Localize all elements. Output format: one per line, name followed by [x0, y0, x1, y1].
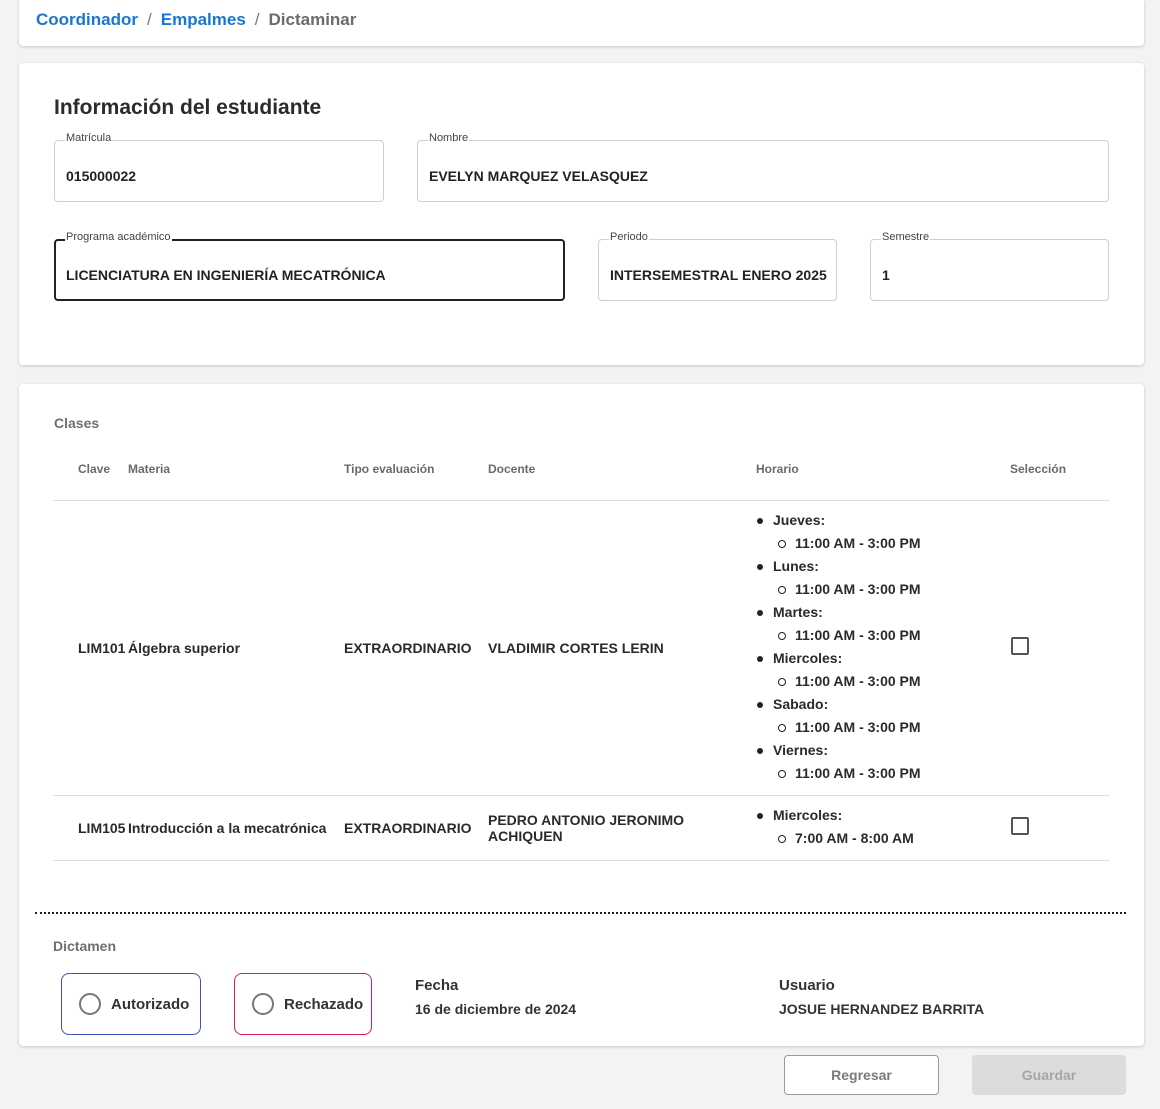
usuario-label: Usuario: [779, 977, 835, 994]
schedule-day-label: Jueves:: [773, 512, 826, 528]
breadcrumb-separator: /: [147, 10, 152, 29]
table-row: LIM105 Introducción a la mecatrónica EXT…: [53, 795, 1109, 861]
semestre-value: 1: [882, 267, 890, 283]
cell-seleccion: [1006, 500, 1109, 796]
column-horario: Horario: [749, 450, 1006, 501]
cell-clave: LIM101: [53, 500, 128, 796]
radio-circle-icon: [252, 993, 274, 1015]
schedule-day-label: Lunes:: [773, 558, 819, 574]
breadcrumb: Coordinador / Empalmes / Dictaminar: [36, 10, 356, 30]
matricula-label: Matrícula: [65, 132, 113, 144]
column-clave: Clave: [53, 450, 128, 501]
schedule-day: Martes: 11:00 AM - 3:00 PM: [751, 601, 1006, 647]
schedule-list: Jueves: 11:00 AM - 3:00 PM Lunes: 11:00 …: [751, 502, 1006, 793]
periodo-label: Periodo: [609, 231, 649, 243]
cell-tipo: EXTRAORDINARIO: [344, 795, 488, 861]
schedule-list: Miercoles: 7:00 AM - 8:00 AM: [751, 802, 1006, 854]
schedule-day: Viernes: 11:00 AM - 3:00 PM: [751, 739, 1006, 785]
back-button[interactable]: Regresar: [784, 1055, 939, 1095]
radio-rechazado-label: Rechazado: [284, 995, 364, 1013]
select-checkbox[interactable]: [1011, 637, 1029, 655]
schedule-day: Jueves: 11:00 AM - 3:00 PM: [751, 509, 1006, 555]
breadcrumb-bar: Coordinador / Empalmes / Dictaminar: [19, 0, 1144, 46]
table-header-row: Clave Materia Tipo evaluación Docente Ho…: [53, 450, 1109, 501]
schedule-day-label: Martes:: [773, 604, 823, 620]
schedule-time: 7:00 AM - 8:00 AM: [773, 827, 1006, 850]
schedule-day-label: Sabado:: [773, 696, 829, 712]
column-materia: Materia: [128, 450, 344, 501]
programa-value: LICENCIATURA EN INGENIERÍA MECATRÓNICA: [66, 267, 386, 283]
breadcrumb-empalmes[interactable]: Empalmes: [161, 10, 246, 30]
schedule-day: Lunes: 11:00 AM - 3:00 PM: [751, 555, 1006, 601]
fecha-label: Fecha: [415, 977, 459, 994]
nombre-field[interactable]: Nombre EVELYN MARQUEZ VELASQUEZ: [417, 132, 1109, 202]
radio-autorizado[interactable]: Autorizado: [61, 973, 201, 1035]
schedule-day-label: Miercoles:: [773, 806, 843, 823]
radio-autorizado-label: Autorizado: [111, 995, 190, 1013]
matricula-value: 015000022: [66, 168, 137, 184]
schedule-day-label: Miercoles:: [773, 650, 843, 666]
breadcrumb-coordinador[interactable]: Coordinador: [36, 10, 138, 30]
radio-circle-icon: [79, 993, 101, 1015]
cell-docente: VLADIMIR CORTES LERIN: [488, 500, 749, 796]
semestre-field[interactable]: Semestre 1: [870, 231, 1109, 301]
cell-seleccion: [1006, 795, 1109, 861]
breadcrumb-current: Dictaminar: [268, 10, 357, 29]
breadcrumb-separator: /: [254, 10, 260, 29]
cell-horario: Miercoles: 7:00 AM - 8:00 AM: [749, 795, 1006, 861]
dictamen-title: Dictamen: [53, 938, 117, 954]
classes-table: Clave Materia Tipo evaluación Docente Ho…: [53, 450, 1109, 861]
cell-clave: LIM105: [53, 795, 128, 861]
cell-materia: Álgebra superior: [128, 500, 344, 796]
radio-rechazado[interactable]: Rechazado: [234, 973, 372, 1035]
schedule-time: 11:00 AM - 3:00 PM: [773, 670, 1006, 693]
schedule-time: 11:00 AM - 3:00 PM: [773, 624, 1006, 647]
section-divider: [35, 912, 1126, 914]
cell-tipo: EXTRAORDINARIO: [344, 500, 488, 796]
cell-materia: Introducción a la mecatrónica: [128, 795, 344, 861]
column-tipo: Tipo evaluación: [344, 450, 488, 501]
section-title: Información del estudiante: [54, 96, 322, 119]
schedule-time: 11:00 AM - 3:00 PM: [773, 578, 1006, 601]
usuario-value: JOSUE HERNANDEZ BARRITA: [779, 1001, 985, 1017]
cell-docente: PEDRO ANTONIO JERONIMO ACHIQUEN: [488, 795, 749, 861]
save-button[interactable]: Guardar: [972, 1055, 1126, 1095]
classes-card: Clases Clave Materia Tipo evaluación Doc…: [19, 384, 1144, 1046]
schedule-day: Miercoles: 11:00 AM - 3:00 PM: [751, 647, 1006, 693]
schedule-time: 11:00 AM - 3:00 PM: [773, 762, 1006, 785]
student-info-card: Información del estudiante Matrícula 015…: [19, 63, 1144, 365]
schedule-day: Miercoles: 7:00 AM - 8:00 AM: [751, 804, 1006, 850]
programa-label: Programa académico: [65, 231, 172, 243]
periodo-field[interactable]: Periodo INTERSEMESTRAL ENERO 2025: [598, 231, 837, 301]
schedule-time: 11:00 AM - 3:00 PM: [773, 532, 1006, 555]
nombre-value: EVELYN MARQUEZ VELASQUEZ: [429, 168, 648, 184]
column-seleccion: Selección: [1006, 450, 1109, 501]
matricula-field[interactable]: Matrícula 015000022: [54, 132, 384, 202]
fecha-value: 16 de diciembre de 2024: [415, 1001, 577, 1017]
schedule-day-label: Viernes:: [773, 742, 828, 758]
schedule-day: Sabado: 11:00 AM - 3:00 PM: [751, 693, 1006, 739]
schedule-time: 11:00 AM - 3:00 PM: [773, 716, 1006, 739]
periodo-value: INTERSEMESTRAL ENERO 2025: [610, 267, 827, 283]
select-checkbox[interactable]: [1011, 817, 1029, 835]
column-docente: Docente: [488, 450, 749, 501]
classes-title: Clases: [54, 415, 100, 431]
programa-field[interactable]: Programa académico LICENCIATURA EN INGEN…: [54, 231, 565, 301]
nombre-label: Nombre: [428, 132, 470, 144]
semestre-label: Semestre: [881, 231, 931, 243]
cell-horario: Jueves: 11:00 AM - 3:00 PM Lunes: 11:00 …: [749, 500, 1006, 796]
table-row: LIM101 Álgebra superior EXTRAORDINARIO V…: [53, 500, 1109, 796]
